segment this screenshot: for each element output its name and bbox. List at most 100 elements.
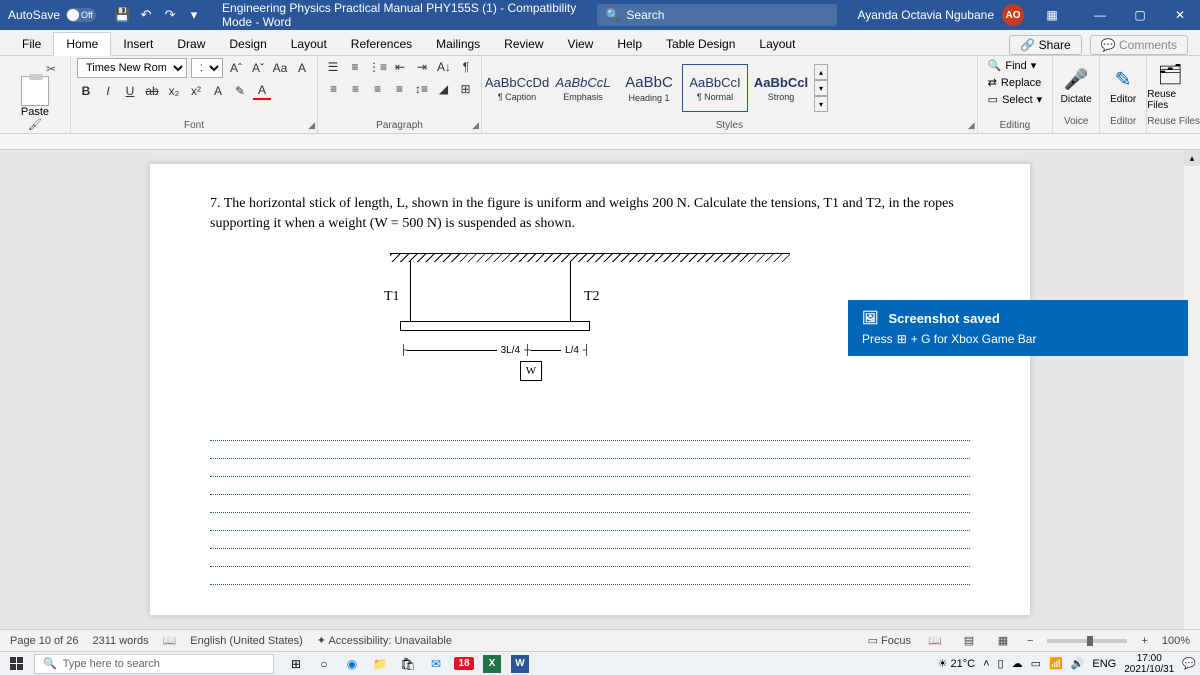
tray-chevron-icon[interactable]: ˄	[983, 658, 989, 670]
tab-insert[interactable]: Insert	[111, 33, 165, 55]
maximize-icon[interactable]: ▢	[1120, 0, 1160, 30]
explorer-icon[interactable]: 📁	[370, 654, 390, 674]
tab-view[interactable]: View	[556, 33, 606, 55]
numbering-icon[interactable]: ≡	[346, 58, 364, 76]
clock[interactable]: 17:00 2021/10/31	[1124, 653, 1174, 675]
change-case-icon[interactable]: Aa	[271, 59, 289, 77]
volume-icon[interactable]: 🔊	[1071, 657, 1085, 670]
comments-button[interactable]: 💬 Comments	[1090, 35, 1188, 55]
word-taskbar-icon[interactable]: W	[510, 654, 530, 674]
increase-indent-icon[interactable]: ⇥	[413, 58, 431, 76]
network-icon[interactable]: ▭	[1031, 657, 1041, 670]
redo-icon[interactable]: ↷	[160, 5, 180, 25]
italic-button[interactable]: I	[99, 82, 117, 100]
align-center-icon[interactable]: ≡	[347, 80, 365, 98]
underline-button[interactable]: U	[121, 82, 139, 100]
style-strong[interactable]: AaBbCclStrong	[748, 64, 814, 112]
editor-button[interactable]: ✎ Editor	[1100, 56, 1146, 116]
calendar-icon[interactable]: 18	[454, 654, 474, 674]
qat-dropdown-icon[interactable]: ▾	[184, 5, 204, 25]
decrease-indent-icon[interactable]: ⇤	[391, 58, 409, 76]
find-button[interactable]: 🔍Find ▾	[984, 58, 1041, 73]
font-color-icon[interactable]: A	[253, 82, 271, 100]
screenshot-toast[interactable]: 🖼 Screenshot saved Press ⊞ + G for Xbox …	[848, 300, 1188, 356]
share-button[interactable]: 🔗 Share	[1009, 35, 1081, 55]
style-caption[interactable]: AaBbCcDd¶ Caption	[484, 64, 550, 112]
tab-table-design[interactable]: Table Design	[654, 33, 747, 55]
tab-mailings[interactable]: Mailings	[424, 33, 492, 55]
save-icon[interactable]: 💾	[112, 5, 132, 25]
tab-layout[interactable]: Layout	[279, 33, 339, 55]
strike-button[interactable]: ab	[143, 82, 161, 100]
font-family-select[interactable]: Times New Roma	[77, 58, 187, 78]
superscript-button[interactable]: x²	[187, 82, 205, 100]
text-effects-icon[interactable]: A	[209, 82, 227, 100]
autosave-toggle[interactable]: AutoSave Off	[0, 8, 104, 22]
shading-icon[interactable]: ◢	[435, 80, 453, 98]
spellcheck-icon[interactable]: 📖	[163, 634, 177, 647]
font-size-select[interactable]: 12	[191, 58, 223, 78]
clear-format-icon[interactable]: A	[293, 59, 311, 77]
tab-review[interactable]: Review	[492, 33, 555, 55]
weather-widget[interactable]: ☀ 21°C	[938, 657, 976, 670]
store-icon[interactable]: 🛍	[398, 654, 418, 674]
justify-icon[interactable]: ≡	[391, 80, 409, 98]
tab-table-layout[interactable]: Layout	[747, 33, 807, 55]
accessibility-indicator[interactable]: ✦ Accessibility: Unavailable	[317, 634, 452, 647]
start-button[interactable]	[4, 654, 28, 674]
line-spacing-icon[interactable]: ↕≡	[413, 80, 431, 98]
user-avatar[interactable]: AO	[1002, 4, 1024, 26]
subscript-button[interactable]: x₂	[165, 82, 183, 100]
replace-button[interactable]: ⇄Replace	[984, 75, 1046, 90]
taskbar-search[interactable]: 🔍 Type here to search	[34, 654, 274, 674]
tab-file[interactable]: File	[10, 33, 53, 55]
tab-draw[interactable]: Draw	[165, 33, 217, 55]
borders-icon[interactable]: ⊞	[457, 80, 475, 98]
cortana-icon[interactable]: ○	[314, 654, 334, 674]
styles-launcher-icon[interactable]: ◢	[968, 120, 975, 131]
zoom-level[interactable]: 100%	[1162, 635, 1190, 647]
focus-mode-button[interactable]: ▭ Focus	[868, 634, 911, 647]
document-page[interactable]: 7. The horizontal stick of length, L, sh…	[150, 164, 1030, 615]
dictate-button[interactable]: 🎤 Dictate	[1053, 56, 1099, 116]
read-mode-icon[interactable]: 📖	[925, 633, 945, 649]
align-right-icon[interactable]: ≡	[369, 80, 387, 98]
zoom-out-button[interactable]: −	[1027, 635, 1033, 647]
grow-font-icon[interactable]: Aˆ	[227, 59, 245, 77]
close-icon[interactable]: ✕	[1160, 0, 1200, 30]
cut-icon[interactable]: ✂	[46, 62, 56, 76]
shrink-font-icon[interactable]: Aˇ	[249, 59, 267, 77]
zoom-in-button[interactable]: +	[1141, 635, 1147, 647]
page-indicator[interactable]: Page 10 of 26	[10, 635, 79, 647]
tab-home[interactable]: Home	[53, 32, 111, 56]
tab-design[interactable]: Design	[217, 33, 278, 55]
style-heading1[interactable]: AaBbCHeading 1	[616, 64, 682, 112]
print-layout-icon[interactable]: ▤	[959, 633, 979, 649]
paste-icon[interactable]	[21, 76, 49, 106]
search-box[interactable]: 🔍 Search	[597, 4, 837, 26]
style-normal[interactable]: AaBbCcI¶ Normal	[682, 64, 748, 112]
bold-button[interactable]: B	[77, 82, 95, 100]
horizontal-ruler[interactable]	[0, 134, 1200, 150]
onedrive-icon[interactable]: ☁	[1012, 657, 1023, 670]
web-layout-icon[interactable]: ▦	[993, 633, 1013, 649]
word-count[interactable]: 2311 words	[93, 635, 149, 647]
wifi-icon[interactable]: 📶	[1049, 657, 1063, 670]
tab-help[interactable]: Help	[605, 33, 654, 55]
style-emphasis[interactable]: AaBbCcLEmphasis	[550, 64, 616, 112]
sort-icon[interactable]: A↓	[435, 58, 453, 76]
mail-icon[interactable]: ✉	[426, 654, 446, 674]
bullets-icon[interactable]: ☰	[324, 58, 342, 76]
zoom-slider[interactable]	[1047, 639, 1127, 643]
battery-icon[interactable]: ▯	[998, 657, 1004, 670]
scroll-up-icon[interactable]: ▴	[1184, 150, 1200, 166]
select-button[interactable]: ▭Select ▾	[984, 92, 1047, 107]
language-tray[interactable]: ENG	[1092, 658, 1116, 670]
edge-icon[interactable]: ◉	[342, 654, 362, 674]
format-painter-icon[interactable]: 🖌	[28, 118, 42, 131]
reuse-files-button[interactable]: 🗂 Reuse Files	[1147, 56, 1193, 116]
multilevel-icon[interactable]: ⋮≡	[368, 58, 387, 76]
align-left-icon[interactable]: ≡	[325, 80, 343, 98]
paragraph-launcher-icon[interactable]: ◢	[472, 120, 479, 131]
notifications-icon[interactable]: 💬	[1182, 657, 1196, 670]
